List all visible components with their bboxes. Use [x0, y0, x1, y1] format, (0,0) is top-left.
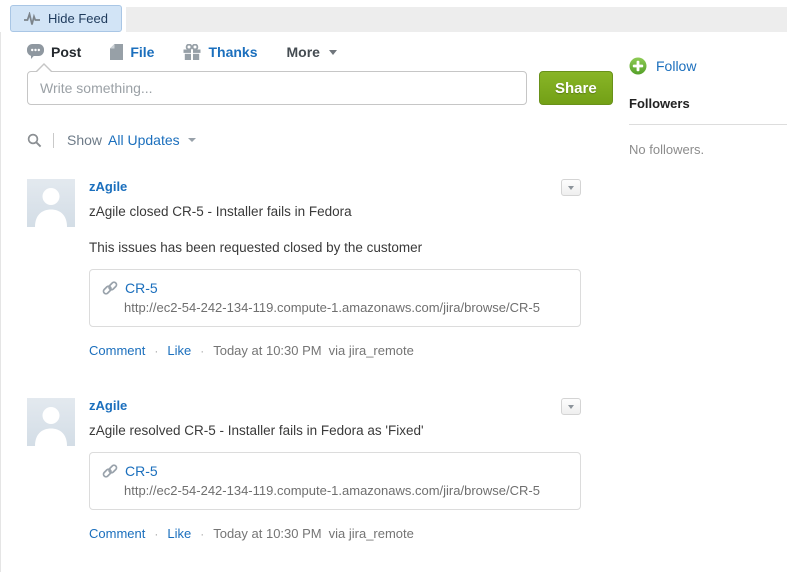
- feed-filter-row: Show All Updates: [27, 132, 609, 148]
- timestamp: Today at 10:30 PM: [213, 526, 321, 541]
- issue-url: http://ec2-54-242-134-119.compute-1.amaz…: [124, 483, 568, 498]
- feed-item-title: zAgile resolved CR-5 - Installer fails i…: [89, 423, 581, 438]
- tab-post-label: Post: [51, 44, 81, 60]
- followers-sidebar: Follow Followers No followers.: [629, 42, 787, 157]
- comment-link[interactable]: Comment: [89, 343, 145, 358]
- post-input-wrap: [27, 71, 527, 105]
- publisher: Share: [27, 71, 609, 105]
- tab-file[interactable]: File: [110, 44, 154, 60]
- tab-file-label: File: [130, 44, 154, 60]
- feed-item-title: zAgile closed CR-5 - Installer fails in …: [89, 204, 581, 219]
- via-source: via jira_remote: [329, 343, 414, 358]
- dot-separator: ·: [154, 527, 158, 541]
- tab-more-label: More: [286, 44, 319, 60]
- followers-empty-text: No followers.: [629, 142, 787, 157]
- feed-filter-select[interactable]: All Updates: [108, 132, 180, 148]
- issue-link[interactable]: CR-5: [125, 280, 158, 296]
- chevron-down-icon: [568, 186, 574, 190]
- share-button[interactable]: Share: [539, 71, 613, 105]
- search-icon[interactable]: [27, 133, 42, 148]
- like-link[interactable]: Like: [167, 526, 191, 541]
- attachment-link-box: CR-5 http://ec2-54-242-134-119.compute-1…: [89, 269, 581, 327]
- speech-bubble-icon: [27, 44, 44, 60]
- link-chain-icon: [102, 463, 118, 479]
- follow-label: Follow: [656, 58, 696, 74]
- tab-thanks-label: Thanks: [208, 44, 257, 60]
- like-link[interactable]: Like: [167, 343, 191, 358]
- feed-panel: Post File: [0, 32, 787, 572]
- feed-column: Post File: [1, 42, 609, 541]
- feed-item-body: This issues has been requested closed by…: [89, 240, 581, 255]
- dot-separator: ·: [200, 527, 204, 541]
- feed-item-menu-button[interactable]: [561, 179, 581, 196]
- tab-post[interactable]: Post: [27, 44, 81, 60]
- link-chain-icon: [102, 280, 118, 296]
- post-input[interactable]: [27, 71, 527, 105]
- dot-separator: ·: [154, 344, 158, 358]
- show-label: Show: [67, 132, 102, 148]
- timestamp: Today at 10:30 PM: [213, 343, 321, 358]
- feed-item-actions: Comment · Like · Today at 10:30 PM via j…: [89, 526, 581, 541]
- chevron-down-icon: [329, 50, 337, 55]
- dot-separator: ·: [200, 344, 204, 358]
- feed-item-actions: Comment · Like · Today at 10:30 PM via j…: [89, 343, 581, 358]
- chevron-down-icon[interactable]: [188, 138, 196, 142]
- author-link[interactable]: zAgile: [89, 179, 127, 194]
- via-source: via jira_remote: [329, 526, 414, 541]
- publisher-tabs: Post File: [27, 44, 609, 60]
- avatar[interactable]: [27, 179, 75, 227]
- pulse-icon: [24, 12, 40, 26]
- feed-tab-bar: Hide Feed: [0, 5, 787, 32]
- followers-heading: Followers: [629, 96, 787, 111]
- feed-item: zAgile zAgile resolved CR-5 - Installer …: [27, 398, 581, 541]
- hide-feed-tab[interactable]: Hide Feed: [10, 5, 122, 32]
- comment-link[interactable]: Comment: [89, 526, 145, 541]
- tab-more[interactable]: More: [286, 44, 336, 60]
- feed-item-menu-button[interactable]: [561, 398, 581, 415]
- tab-thanks[interactable]: Thanks: [183, 44, 257, 60]
- author-link[interactable]: zAgile: [89, 398, 127, 413]
- feed-item: zAgile zAgile closed CR-5 - Installer fa…: [27, 179, 581, 358]
- chevron-down-icon: [568, 405, 574, 409]
- gift-icon: [183, 44, 201, 60]
- follow-button[interactable]: Follow: [629, 57, 787, 75]
- issue-link[interactable]: CR-5: [125, 463, 158, 479]
- filter-divider: [53, 133, 54, 148]
- issue-url: http://ec2-54-242-134-119.compute-1.amaz…: [124, 300, 568, 315]
- hide-feed-label: Hide Feed: [48, 11, 108, 26]
- attachment-link-box: CR-5 http://ec2-54-242-134-119.compute-1…: [89, 452, 581, 510]
- plus-circle-icon: [629, 57, 647, 75]
- feed-list: zAgile zAgile closed CR-5 - Installer fa…: [27, 179, 609, 541]
- avatar[interactable]: [27, 398, 75, 446]
- file-icon: [110, 44, 123, 60]
- tab-strip-filler: [126, 7, 787, 32]
- sidebar-divider: [629, 124, 787, 125]
